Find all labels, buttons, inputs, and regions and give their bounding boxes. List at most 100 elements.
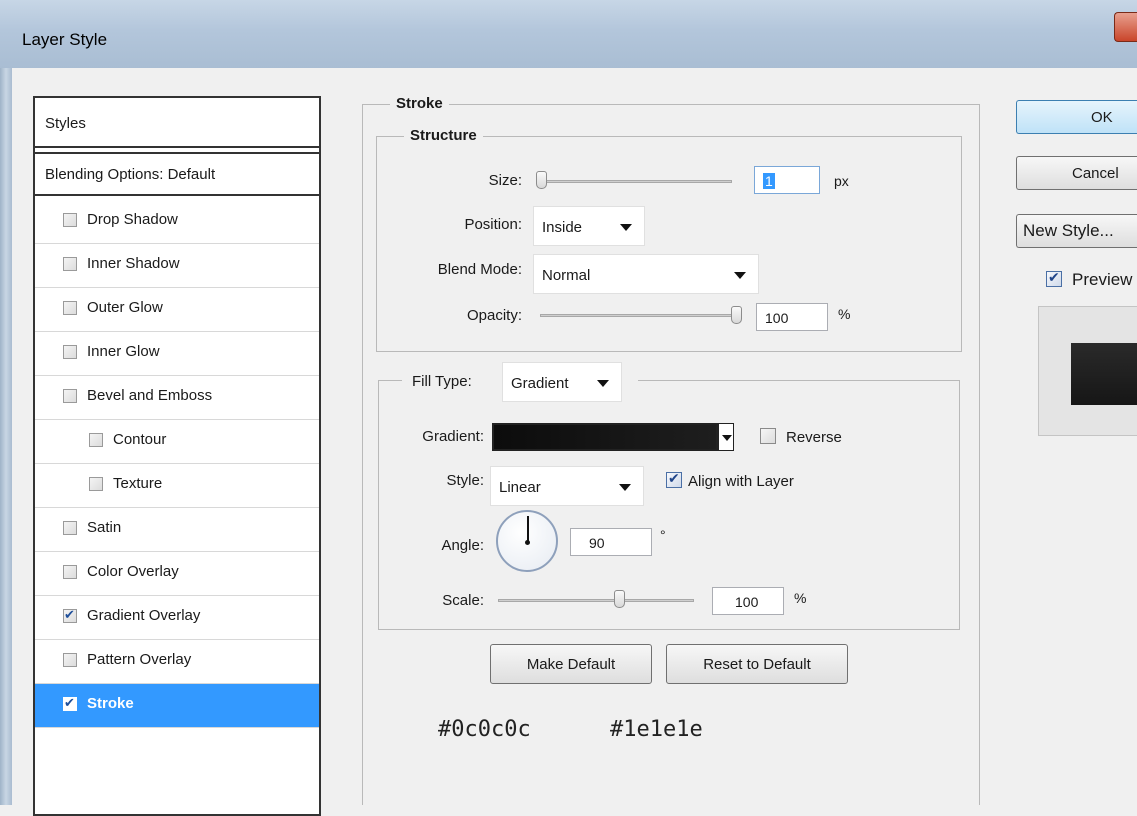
style-preview	[1038, 306, 1137, 436]
style-item-label: Drop Shadow	[87, 211, 178, 228]
style-item[interactable]: Contour	[35, 420, 319, 464]
ok-button[interactable]: OK	[1016, 100, 1137, 134]
style-item[interactable]: Gradient Overlay	[35, 596, 319, 640]
chevron-down-icon	[597, 380, 609, 387]
new-style-label: New Style...	[1023, 221, 1114, 240]
opacity-input[interactable]: 100	[756, 303, 828, 331]
angle-input[interactable]: 90	[570, 528, 652, 556]
reset-to-default-label: Reset to Default	[703, 655, 811, 673]
gradient-picker-arrow[interactable]	[718, 423, 734, 451]
styles-header[interactable]: Styles	[35, 98, 319, 148]
styles-header-label: Styles	[45, 115, 86, 132]
opacity-unit: %	[838, 306, 851, 322]
style-item-checkbox[interactable]	[63, 695, 77, 711]
style-item-checkbox[interactable]	[63, 389, 77, 403]
style-item-label: Outer Glow	[87, 299, 163, 316]
close-button[interactable]	[1114, 12, 1137, 42]
style-item[interactable]: Inner Glow	[35, 332, 319, 376]
style-item[interactable]: Pattern Overlay	[35, 640, 319, 684]
style-item-label: Texture	[113, 475, 163, 492]
position-label: Position:	[464, 216, 522, 233]
size-slider-track[interactable]	[536, 180, 732, 183]
style-item[interactable]: Satin	[35, 508, 319, 552]
color-annotation-start: #0c0c0c	[438, 717, 531, 742]
style-label: Style:	[446, 472, 484, 489]
size-slider-thumb[interactable]	[536, 171, 547, 189]
style-item-checkbox[interactable]	[63, 521, 77, 535]
style-item-label: Contour	[113, 431, 167, 448]
reset-to-default-button[interactable]: Reset to Default	[666, 644, 848, 684]
stroke-group-title: Stroke	[390, 95, 449, 112]
style-item[interactable]: Texture	[35, 464, 319, 508]
color-annotation-end: #1e1e1e	[610, 717, 703, 742]
style-item[interactable]: Inner Shadow	[35, 244, 319, 288]
opacity-slider-thumb[interactable]	[731, 306, 742, 324]
style-item-label: Bevel and Emboss	[87, 387, 213, 404]
style-item-checkbox[interactable]	[63, 257, 77, 271]
style-item-checkbox[interactable]	[63, 653, 77, 667]
blend-mode-value: Normal	[542, 267, 591, 284]
style-item-checkbox[interactable]	[89, 477, 103, 491]
style-item-checkbox[interactable]	[63, 301, 77, 315]
make-default-label: Make Default	[526, 655, 616, 673]
style-item-label: Gradient Overlay	[87, 607, 201, 624]
reverse-label: Reverse	[786, 429, 842, 446]
blend-mode-label: Blend Mode:	[437, 261, 522, 278]
blending-options-label: Blending Options: Default	[45, 166, 216, 183]
structure-group-title: Structure	[404, 127, 483, 144]
preview-swatch	[1071, 343, 1137, 405]
style-item-label: Inner Glow	[87, 343, 160, 360]
fill-type-dropdown[interactable]: Gradient	[502, 362, 622, 402]
style-value: Linear	[499, 479, 541, 496]
style-item-checkbox[interactable]	[89, 433, 103, 447]
reverse-checkbox[interactable]	[760, 428, 776, 444]
position-value: Inside	[542, 219, 583, 236]
scale-value: 100	[735, 594, 759, 610]
styles-list: Styles Blending Options: Default Drop Sh…	[33, 96, 321, 816]
make-default-button[interactable]: Make Default	[490, 644, 652, 684]
window-title: Layer Style	[22, 30, 108, 49]
size-unit: px	[834, 173, 849, 189]
angle-value: 90	[589, 535, 605, 551]
align-with-layer-checkbox[interactable]	[666, 470, 682, 488]
cancel-button[interactable]: Cancel	[1016, 156, 1137, 190]
style-item[interactable]: Drop Shadow	[35, 200, 319, 244]
opacity-value: 100	[765, 310, 789, 326]
scale-input[interactable]: 100	[712, 587, 784, 615]
style-item-checkbox[interactable]	[63, 213, 77, 227]
style-item[interactable]: Stroke	[35, 684, 319, 728]
blending-options-item[interactable]: Blending Options: Default	[35, 152, 319, 196]
style-item-checkbox[interactable]	[63, 565, 77, 579]
style-item-checkbox[interactable]	[63, 607, 77, 623]
preview-checkbox[interactable]	[1046, 269, 1062, 287]
angle-label: Angle:	[441, 537, 484, 554]
style-item-label: Stroke	[87, 695, 134, 712]
angle-unit: °	[660, 527, 666, 543]
scale-label: Scale:	[442, 592, 484, 609]
position-dropdown[interactable]: Inside	[533, 206, 645, 246]
angle-needle	[527, 516, 529, 542]
new-style-button[interactable]: New Style...	[1016, 214, 1137, 248]
gradient-label: Gradient:	[422, 428, 484, 445]
chevron-down-icon	[620, 224, 632, 231]
scale-slider-thumb[interactable]	[614, 590, 625, 608]
style-item[interactable]: Color Overlay	[35, 552, 319, 596]
gradient-preview[interactable]	[492, 423, 718, 451]
scale-unit: %	[794, 590, 807, 606]
align-with-layer-label: Align with Layer	[688, 473, 794, 490]
title-bar[interactable]: Layer Style	[0, 0, 1137, 69]
size-input[interactable]: 1	[754, 166, 820, 194]
style-item-label: Inner Shadow	[87, 255, 180, 272]
fill-type-value: Gradient	[511, 375, 569, 392]
style-dropdown[interactable]: Linear	[490, 466, 644, 506]
cancel-label: Cancel	[1072, 164, 1119, 182]
fill-type-label: Fill Type:	[412, 373, 472, 390]
angle-dial[interactable]	[496, 510, 558, 572]
blend-mode-dropdown[interactable]: Normal	[533, 254, 759, 294]
style-item-checkbox[interactable]	[63, 345, 77, 359]
preview-label: Preview	[1072, 270, 1133, 289]
opacity-slider-track[interactable]	[540, 314, 738, 317]
style-item[interactable]: Outer Glow	[35, 288, 319, 332]
style-item[interactable]: Bevel and Emboss	[35, 376, 319, 420]
scale-slider-track[interactable]	[498, 599, 694, 602]
